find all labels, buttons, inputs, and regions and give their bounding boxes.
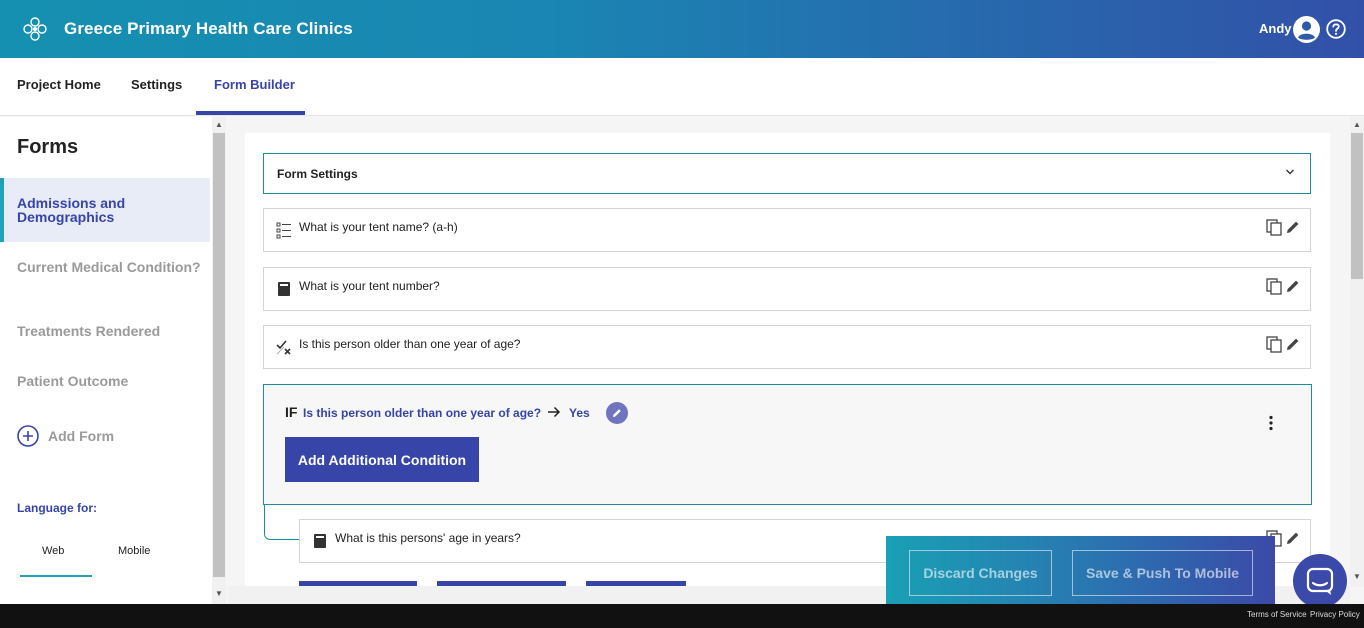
condition-block: IF Is this person older than one year of… bbox=[263, 384, 1312, 505]
chevron-down-icon[interactable] bbox=[1284, 166, 1296, 178]
save-action-bar: Discard Changes Save & Push To Mobile bbox=[886, 536, 1275, 604]
edit-icon[interactable] bbox=[1286, 220, 1300, 234]
edit-icon[interactable] bbox=[1286, 279, 1300, 293]
language-tab-indicator bbox=[20, 575, 92, 577]
sidebar-scrollbar-thumb[interactable] bbox=[213, 133, 225, 577]
tab-project-home[interactable]: Project Home bbox=[17, 58, 101, 116]
copy-icon[interactable] bbox=[1266, 336, 1282, 353]
sidebar-item-treatments[interactable]: Treatments Rendered bbox=[0, 324, 210, 338]
sidebar-item-label: Treatments Rendered bbox=[17, 323, 161, 339]
copy-icon[interactable] bbox=[1266, 219, 1282, 236]
tab-settings[interactable]: Settings bbox=[131, 58, 182, 116]
number-icon bbox=[314, 534, 326, 548]
if-label: IF bbox=[285, 404, 298, 420]
account-icon[interactable] bbox=[1293, 16, 1320, 43]
more-options-icon[interactable] bbox=[1267, 415, 1275, 431]
forms-sidebar: Forms Admissions and Demographics Curren… bbox=[0, 117, 212, 604]
question-text: Is this person older than one year of ag… bbox=[299, 337, 521, 351]
scroll-down-icon[interactable]: ▼ bbox=[215, 590, 223, 598]
app-title: Greece Primary Health Care Clinics bbox=[64, 19, 353, 38]
language-tab-mobile[interactable]: Mobile bbox=[118, 545, 150, 557]
sidebar-item-admissions[interactable]: Admissions and Demographics bbox=[0, 178, 210, 242]
copy-icon[interactable] bbox=[1266, 278, 1282, 295]
sidebar-item-label: Current Medical Condition? bbox=[17, 259, 201, 275]
active-tab-indicator bbox=[196, 111, 305, 115]
page-footer: Terms of Service Privacy Policy bbox=[0, 604, 1364, 628]
terms-link[interactable]: Terms of Service bbox=[1247, 610, 1307, 619]
scroll-up-icon[interactable]: ▲ bbox=[1353, 121, 1361, 129]
add-form-button[interactable]: Add Form bbox=[17, 425, 114, 447]
form-settings-label: Form Settings bbox=[277, 167, 358, 181]
question-card[interactable]: Is this person older than one year of ag… bbox=[263, 325, 1311, 369]
user-name[interactable]: Andy bbox=[1259, 21, 1292, 36]
app-header: Greece Primary Health Care Clinics Andy bbox=[0, 0, 1364, 58]
number-icon bbox=[278, 282, 290, 296]
form-settings-panel[interactable]: Form Settings bbox=[263, 153, 1311, 194]
add-form-label: Add Form bbox=[48, 428, 115, 444]
discard-changes-button[interactable]: Discard Changes bbox=[909, 550, 1052, 596]
scroll-down-icon[interactable]: ▼ bbox=[1353, 573, 1361, 581]
condition-connector-line bbox=[264, 505, 300, 540]
add-additional-condition-button[interactable]: Add Additional Condition bbox=[285, 437, 479, 482]
scroll-up-icon[interactable]: ▲ bbox=[215, 121, 223, 129]
tab-form-builder[interactable]: Form Builder bbox=[214, 58, 295, 116]
yes-no-icon bbox=[276, 340, 291, 355]
question-text: What is this persons' age in years? bbox=[335, 531, 521, 545]
condition-question: Is this person older than one year of ag… bbox=[303, 406, 542, 420]
privacy-link[interactable]: Privacy Policy bbox=[1310, 610, 1360, 619]
chat-icon bbox=[1306, 567, 1334, 595]
help-icon[interactable] bbox=[1326, 19, 1346, 39]
edit-icon bbox=[613, 409, 621, 417]
top-nav: Project Home Settings Form Builder bbox=[0, 58, 1364, 116]
sidebar-item-label: Patient Outcome bbox=[17, 373, 129, 389]
sidebar-item-patient-outcome[interactable]: Patient Outcome bbox=[0, 374, 210, 388]
forms-title: Forms bbox=[17, 136, 79, 158]
sidebar-item-medical-condition[interactable]: Current Medical Condition? bbox=[0, 260, 210, 274]
edit-icon[interactable] bbox=[1286, 337, 1300, 351]
save-push-mobile-button[interactable]: Save & Push To Mobile bbox=[1072, 550, 1253, 596]
language-tab-web[interactable]: Web bbox=[42, 545, 64, 557]
main-scrollbar-thumb[interactable] bbox=[1351, 133, 1363, 279]
chat-launcher-button[interactable] bbox=[1293, 554, 1347, 608]
list-icon bbox=[276, 222, 291, 239]
arrow-right-icon bbox=[548, 406, 561, 418]
form-builder-canvas: Form Settings What is your tent name? (a… bbox=[245, 133, 1330, 586]
condition-answer: Yes bbox=[569, 406, 590, 420]
question-text: What is your tent number? bbox=[299, 279, 440, 293]
edit-condition-button[interactable] bbox=[606, 402, 628, 424]
language-label: Language for: bbox=[17, 501, 97, 515]
clinic-logo-icon bbox=[23, 17, 47, 41]
add-circle-icon bbox=[17, 425, 39, 447]
edit-icon[interactable] bbox=[1286, 531, 1300, 545]
sidebar-item-label: Admissions and Demographics bbox=[17, 195, 126, 225]
question-card[interactable]: What is your tent number? bbox=[263, 267, 1311, 311]
question-card[interactable]: What is your tent name? (a-h) bbox=[263, 208, 1311, 252]
question-text: What is your tent name? (a-h) bbox=[299, 220, 458, 234]
